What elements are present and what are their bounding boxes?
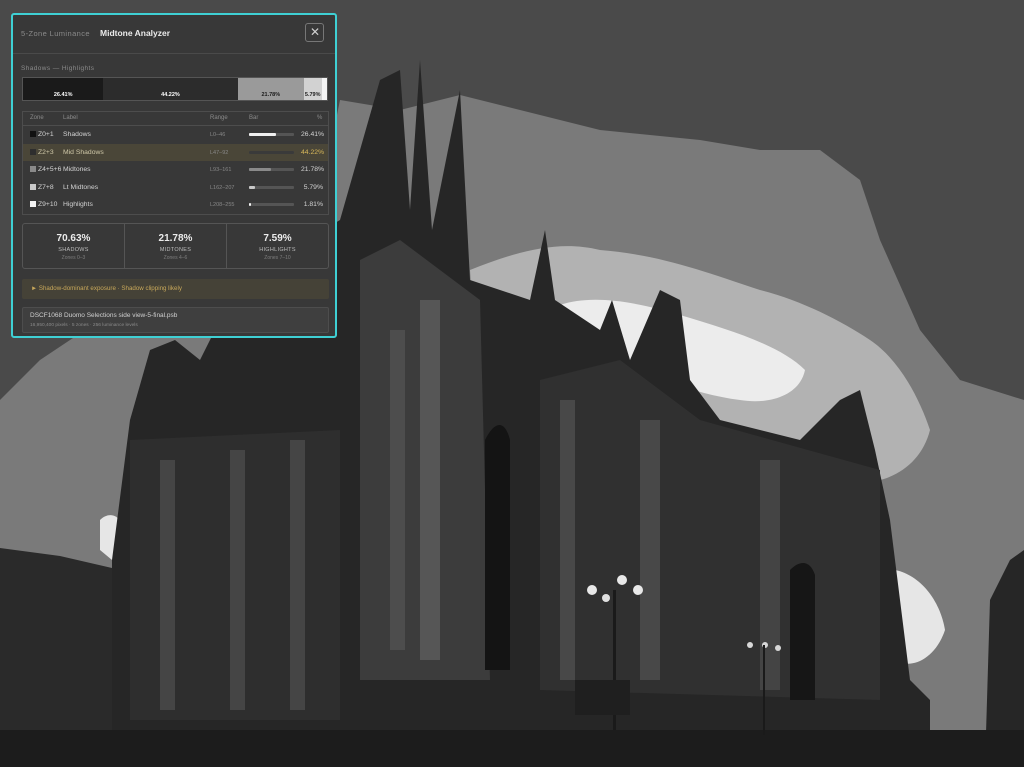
row-zone: Z4+5+6 xyxy=(38,166,62,173)
header-zone: Zone xyxy=(30,115,44,121)
zone-swatch xyxy=(30,148,36,155)
table-row[interactable]: Z2+3 Mid Shadows L47–92 44.22% xyxy=(23,143,328,161)
table-row[interactable]: Z4+5+6 Midtones L93–161 21.78% xyxy=(23,161,328,178)
row-percent: 21.78% xyxy=(301,166,325,173)
stat-value: 21.78% xyxy=(158,233,193,244)
row-zone: Z0+1 xyxy=(38,131,54,138)
strip-segment: 21.78% xyxy=(237,78,304,100)
row-zone: Z9+10 xyxy=(38,201,58,208)
zone-table: Zone Label Range Bar % Z0+1 Shadows L0–46 2… xyxy=(22,111,329,215)
close-button[interactable]: ✕ xyxy=(305,23,324,42)
stat-value: 70.63% xyxy=(56,233,91,244)
file-name: DSCF1068 Duomo Selections side view-5-fi… xyxy=(30,312,178,319)
table-row[interactable]: Z7+8 Lt Midtones L162–207 5.79% xyxy=(23,179,328,196)
zone-swatch xyxy=(30,183,36,190)
strip-segment: 5.79% xyxy=(303,78,322,100)
strip-segment-label: 21.78% xyxy=(261,92,281,98)
zone-swatch xyxy=(30,201,36,207)
row-zone: Z7+8 xyxy=(38,183,54,191)
summary-stats: 70.63% SHADOWS Zones 0–3 21.78% MIDTONES Zone… xyxy=(22,223,329,269)
stat-card: 21.78% MIDTONES Zones 4–6 xyxy=(124,224,226,268)
strip-segment-label: 26.41% xyxy=(53,92,73,98)
row-range: L162–207 xyxy=(210,184,235,191)
row-bar-track xyxy=(249,168,294,171)
header-pct: % xyxy=(317,115,323,121)
strip-segment-label: 5.79% xyxy=(304,92,321,98)
stat-zones: Zones 0–3 xyxy=(61,255,86,261)
stat-value: 7.59% xyxy=(263,233,292,244)
row-range: L208–255 xyxy=(210,202,235,208)
stat-zones: Zones 7–10 xyxy=(264,255,291,261)
strip-segment-label: 44.22% xyxy=(161,92,180,98)
row-range: L0–46 xyxy=(210,132,226,138)
close-icon: ✕ xyxy=(310,25,321,39)
zone-swatch xyxy=(30,131,36,137)
header-bar: Bar xyxy=(249,115,259,121)
luminance-strip: 26.41% 44.22% 21.78% 5.79% xyxy=(22,77,328,101)
strip-segment: 44.22% xyxy=(103,78,238,100)
table-header: Zone Label Range Bar % xyxy=(23,112,328,126)
row-bar-track xyxy=(249,133,294,136)
row-bar-fill xyxy=(249,185,255,189)
row-bar-fill xyxy=(249,133,276,136)
stat-card: 70.63% SHADOWS Zones 0–3 xyxy=(23,224,124,268)
row-bar-fill xyxy=(249,203,251,206)
range-caption: Shadows — Highlights xyxy=(21,65,95,72)
strip-segment: 26.41% xyxy=(23,78,104,100)
row-zone: Z2+3 xyxy=(38,148,54,156)
midtone-analyzer-panel: 5-Zone Luminance Midtone Analyzer ✕ Shad… xyxy=(11,13,337,338)
row-label: Lt Midtones xyxy=(63,183,99,191)
file-info: DSCF1068 Duomo Selections side view-5-fi… xyxy=(22,307,329,333)
row-range: L93–161 xyxy=(210,167,232,173)
strip-segment xyxy=(321,78,327,100)
row-label: Mid Shadows xyxy=(63,148,104,156)
header-label: Label xyxy=(63,115,78,121)
row-bar-track xyxy=(249,203,294,206)
stat-label: HIGHLIGHTS xyxy=(259,247,296,253)
table-row[interactable]: Z9+10 Highlights L208–255 1.81% xyxy=(23,196,328,213)
row-percent: 1.81% xyxy=(303,201,323,208)
row-range: L47–92 xyxy=(210,149,229,156)
warning-text: ► Shadow-dominant exposure · Shadow clip… xyxy=(31,285,182,292)
row-bar-fill xyxy=(249,150,294,154)
stat-zones: Zones 4–6 xyxy=(163,255,188,261)
stat-label: MIDTONES xyxy=(159,247,192,253)
stat-card: 7.59% HIGHLIGHTS Zones 7–10 xyxy=(226,224,328,268)
zone-swatch xyxy=(30,166,36,172)
row-bar-fill xyxy=(249,168,272,171)
stat-label: SHADOWS xyxy=(58,247,89,253)
row-percent: 5.79% xyxy=(303,183,323,191)
table-row[interactable]: Z0+1 Shadows L0–46 26.41% xyxy=(23,126,328,143)
panel-header: 5-Zone Luminance Midtone Analyzer ✕ xyxy=(13,15,335,54)
header-range: Range xyxy=(210,115,228,121)
panel-subtitle: 5-Zone Luminance xyxy=(21,29,90,38)
row-label: Shadows xyxy=(63,131,91,138)
row-percent: 44.22% xyxy=(301,148,325,156)
row-bar-track xyxy=(249,150,294,154)
exposure-warning: ► Shadow-dominant exposure · Shadow clip… xyxy=(22,279,329,299)
row-label: Midtones xyxy=(63,166,91,173)
row-percent: 26.41% xyxy=(301,131,325,138)
panel-title: Midtone Analyzer xyxy=(100,28,171,38)
row-bar-track xyxy=(249,185,294,189)
row-label: Highlights xyxy=(63,201,93,208)
file-meta: 16,950,400 pixels · 5 zones · 256 lumina… xyxy=(30,323,138,328)
